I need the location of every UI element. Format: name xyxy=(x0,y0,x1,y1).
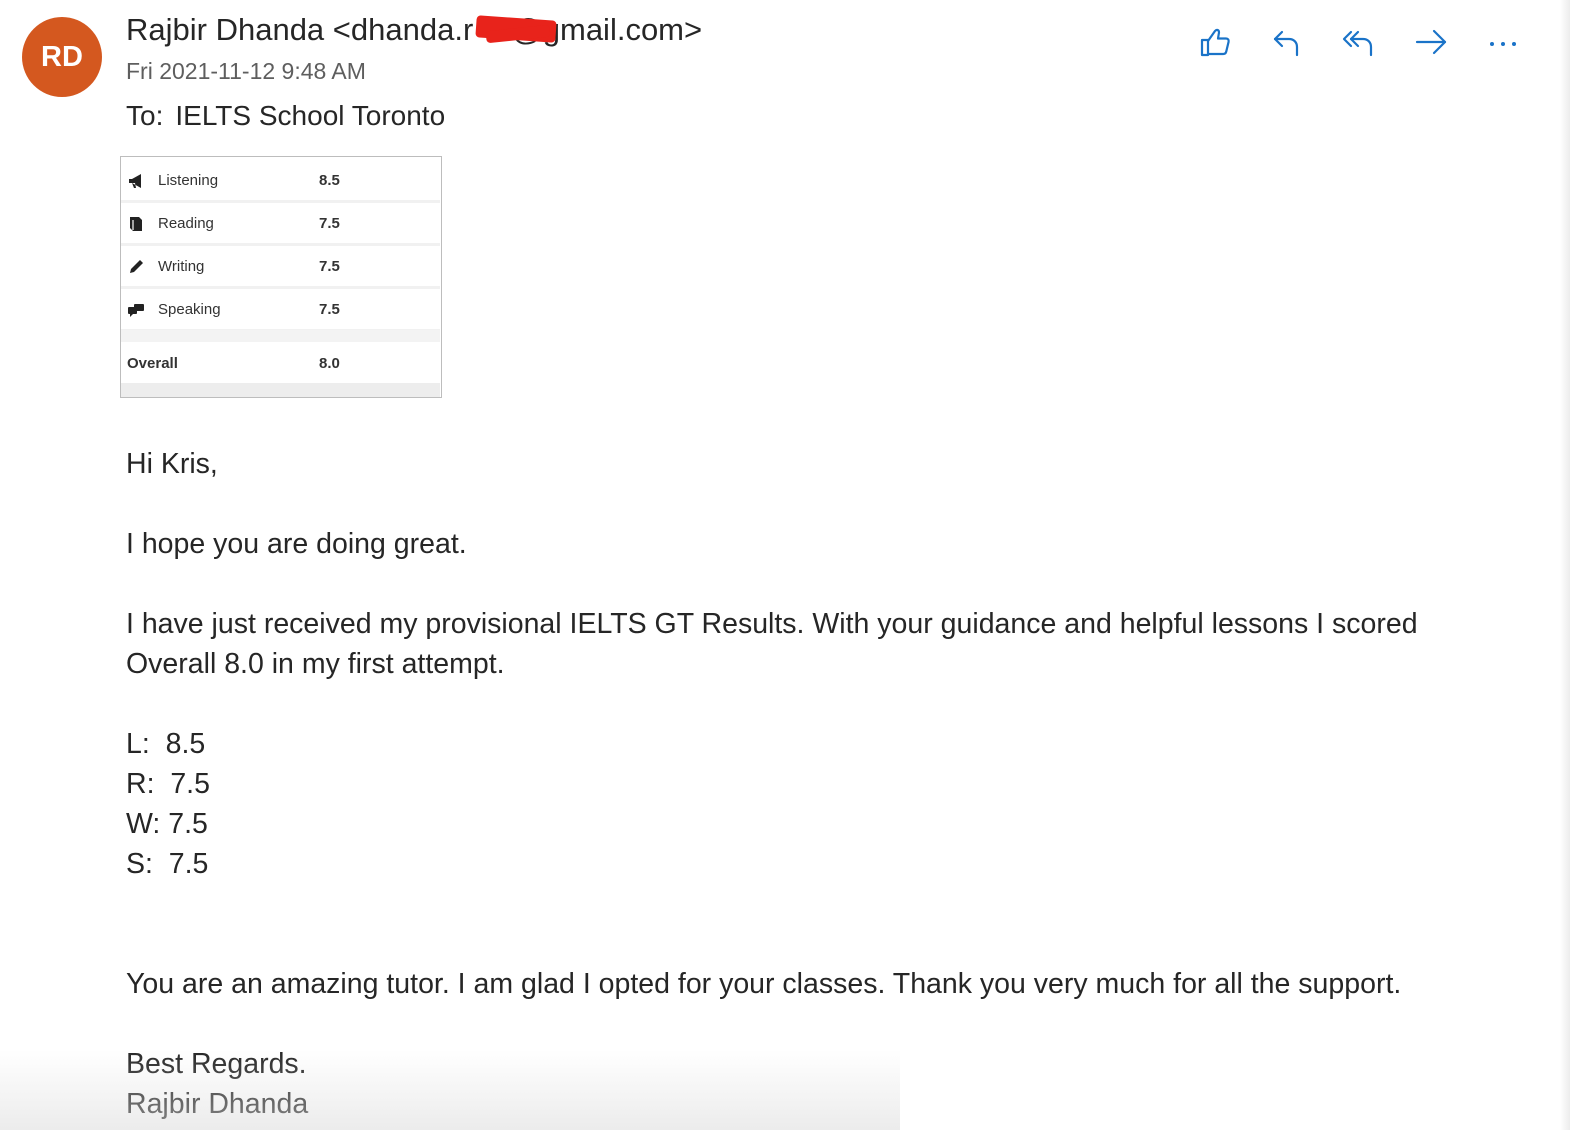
greeting: Hi Kris, xyxy=(126,448,218,480)
pencil-icon xyxy=(130,260,143,273)
overall-label: Overall xyxy=(127,355,178,372)
more-actions-button[interactable] xyxy=(1480,20,1526,64)
sender-name[interactable]: Rajbir Dhanda <dhanda.r xyxy=(126,12,473,47)
overall-value: 8.0 xyxy=(319,355,340,372)
score-line: R: 7.5 xyxy=(126,768,210,800)
speech-bubbles-icon xyxy=(128,304,144,317)
card-divider xyxy=(121,330,440,342)
to-label: To: xyxy=(126,100,164,131)
score-label: Reading xyxy=(158,215,214,232)
score-value: 7.5 xyxy=(319,215,340,232)
reply-all-button[interactable] xyxy=(1336,20,1382,64)
score-label: Speaking xyxy=(158,301,221,318)
to-recipient[interactable]: IELTS School Toronto xyxy=(175,100,445,131)
thumbs-up-icon xyxy=(1200,28,1230,57)
forward-icon xyxy=(1415,29,1447,55)
message-toolbar xyxy=(1190,20,1530,64)
reply-button[interactable] xyxy=(1264,20,1310,64)
score-row-reading: Reading 7.5 xyxy=(121,203,440,246)
book-icon xyxy=(130,217,142,231)
card-footer xyxy=(121,383,440,397)
score-value: 7.5 xyxy=(319,258,340,275)
forward-button[interactable] xyxy=(1408,20,1454,64)
more-icon xyxy=(1490,42,1516,46)
body-line: I hope you are doing great. xyxy=(126,528,467,560)
score-label: Listening xyxy=(158,172,219,189)
score-line: W: 7.5 xyxy=(126,808,208,840)
message-date: Fri 2021-11-12 9:48 AM xyxy=(126,58,366,84)
score-row-listening: Listening 8.5 xyxy=(121,160,440,203)
scroll-edge xyxy=(1560,0,1570,1130)
signature: Rajbir Dhanda xyxy=(126,1088,309,1120)
reply-icon xyxy=(1273,30,1299,57)
sender-avatar[interactable]: RD xyxy=(22,17,102,97)
score-label: Writing xyxy=(158,258,205,275)
score-line: S: 7.5 xyxy=(126,848,209,880)
body-paragraph: You are an amazing tutor. I am glad I op… xyxy=(126,968,1402,1000)
closing: Best Regards. xyxy=(126,1048,307,1080)
reply-all-icon xyxy=(1342,30,1373,57)
score-value: 7.5 xyxy=(319,301,340,318)
score-row-speaking: Speaking 7.5 xyxy=(121,289,440,332)
score-row-writing: Writing 7.5 xyxy=(121,246,440,289)
message-body: Hi Kris, I hope you are doing great. I h… xyxy=(126,444,1486,1124)
score-line: L: 8.5 xyxy=(126,728,206,760)
score-value: 8.5 xyxy=(319,172,340,189)
body-paragraph: I have just received my provisional IELT… xyxy=(126,608,1418,680)
score-row-overall: Overall 8.0 xyxy=(121,343,440,386)
like-button[interactable] xyxy=(1192,20,1238,64)
to-line: To: IELTS School Toronto xyxy=(126,100,445,132)
megaphone-icon xyxy=(129,174,141,188)
score-card-image[interactable]: Listening 8.5 Reading 7.5 Writing 7.5 Sp… xyxy=(120,156,442,398)
sender-line: Rajbir Dhanda <dhanda.r @gmail.com> xyxy=(126,12,702,48)
